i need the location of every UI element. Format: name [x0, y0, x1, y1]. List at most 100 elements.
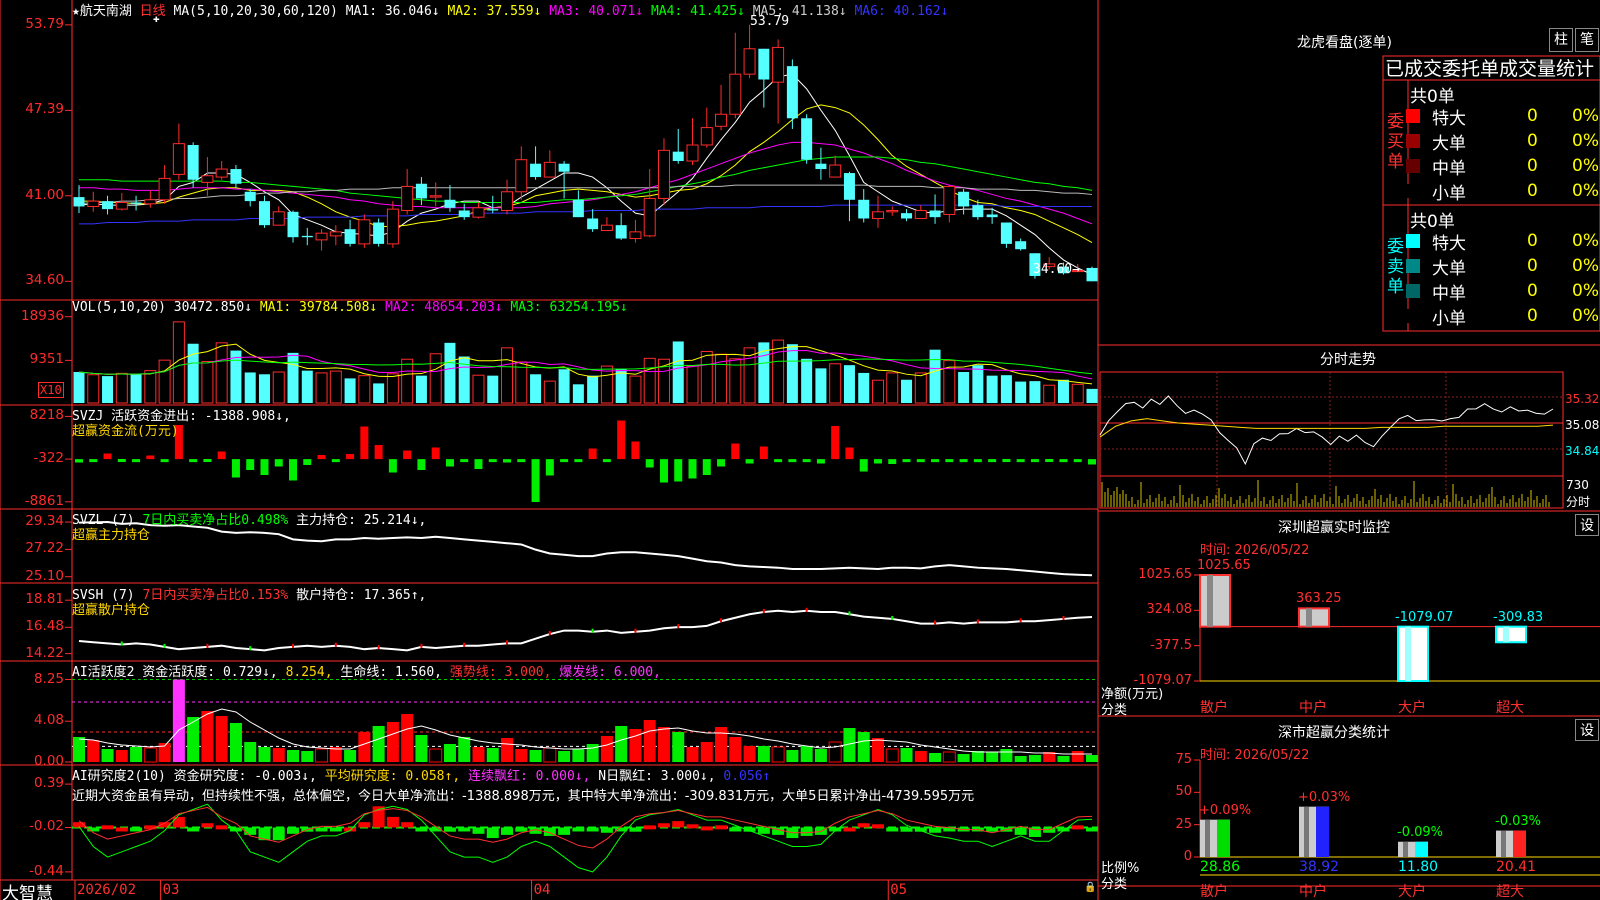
classify-bar-shade: [1403, 841, 1408, 857]
svzj-bar: [588, 448, 597, 460]
vol-bar: [386, 373, 399, 404]
research-bar: [686, 824, 699, 829]
svsh-tick-mark: [762, 608, 765, 613]
research-bar: [501, 827, 514, 835]
dragon-row-label: 特大: [1432, 108, 1466, 129]
vol-bar: [786, 344, 798, 403]
research-bar: [715, 825, 728, 830]
ma-value: MA2: 37.559↓: [439, 4, 542, 19]
price-axis-label: 53.79: [25, 15, 64, 32]
research-bar: [272, 827, 285, 841]
dragon-row-sell: 大单 0 0%: [1406, 254, 1600, 279]
dragon-row-pct: 0%: [1572, 181, 1599, 201]
active-bar: [828, 741, 842, 763]
research-bar: [900, 827, 913, 832]
active-bar: [358, 732, 371, 762]
candle-body: [743, 48, 756, 75]
ai-active-title: AI活跃度2 资金活跃度: 0.729↓, 8.254, 生命线: 1.560,…: [72, 665, 661, 680]
month-label: 03: [162, 882, 180, 898]
vol-axis-label: 18936: [21, 307, 64, 324]
svsh-tick-mark: [377, 645, 380, 650]
active-bar: [558, 751, 571, 762]
svzj-bar: [873, 459, 882, 464]
tick-mode-button[interactable]: 笔: [1575, 28, 1599, 52]
active-bar: [786, 750, 799, 762]
candle-body: [972, 205, 984, 218]
candle-body: [772, 46, 785, 83]
classify-bar-shade: [1501, 830, 1506, 857]
classify-bar-color: [1316, 806, 1329, 857]
active-bar: [429, 748, 443, 763]
active-bar: [172, 679, 185, 762]
svsh-tick-mark: [463, 642, 466, 647]
classify-axis-label: 25: [1175, 816, 1192, 832]
svzj-bar: [1030, 459, 1039, 463]
candle-body: [429, 195, 442, 198]
lock-icon[interactable]: 🔒: [1084, 882, 1096, 893]
candle-body: [643, 197, 656, 237]
candle-body: [201, 175, 214, 183]
monitor-bar-shade: [1405, 626, 1411, 681]
active-bar: [929, 753, 942, 762]
svzj-bar: [417, 459, 426, 470]
vol-bar: [315, 372, 328, 404]
active-bar: [1086, 755, 1098, 762]
candle-body: [929, 210, 941, 218]
dragon-row-label: 小单: [1432, 308, 1466, 329]
dragon-row-count: 0: [1527, 156, 1538, 176]
svzl-line: [78, 521, 1093, 577]
active-axis-label: 0.00: [33, 753, 64, 769]
vol-axis-label: 9351: [29, 351, 64, 368]
svzj-bar: [246, 459, 255, 470]
monitor-axis-label: -377.5: [1150, 637, 1192, 653]
candle-body: [901, 213, 913, 219]
classify-settings-button[interactable]: 设: [1575, 719, 1599, 741]
dragon-row-buy: 小单 0 0%: [1406, 179, 1600, 204]
research-bar: [843, 827, 856, 832]
active-bar: [472, 747, 485, 762]
svzj-bar: [1016, 459, 1025, 463]
dragon-row-count: 0: [1527, 106, 1538, 126]
candle-body: [172, 143, 185, 175]
dragon-row-buy: 特大 0 0%: [1406, 104, 1600, 129]
intraday-frame: [1099, 371, 1564, 509]
svsh-line: [78, 609, 1093, 652]
svzj-bar: [1045, 459, 1054, 462]
candle-body: [815, 163, 827, 170]
monitor-settings-button[interactable]: 设: [1575, 514, 1599, 536]
vol-ma-value: MA3: 63254.195↓: [502, 300, 628, 315]
svzj-bar: [745, 459, 754, 464]
ma-value: MA4: 41.425↓: [643, 4, 745, 19]
svsh-tick-mark: [805, 607, 808, 612]
vol-bar: [130, 374, 142, 403]
svzj-bar: [759, 446, 768, 460]
active-bar: [344, 750, 357, 762]
dragon-row-count: 0: [1527, 256, 1538, 276]
price-panel-title: ★航天南湖 日线 MA(5,10,20,30,60,120) MA1: 36.0…: [72, 0, 948, 19]
svzj-bar: [631, 441, 640, 460]
brand-logo: 大智慧: [2, 884, 53, 900]
vol-bar: [643, 357, 656, 404]
svzj-bar: [602, 459, 611, 463]
candle-body: [871, 211, 884, 219]
svzj-axis-label: -322: [33, 450, 64, 467]
dragon-row-pct: 0%: [1572, 256, 1599, 276]
active-bar: [615, 726, 628, 762]
svzj-bar: [460, 459, 469, 463]
vol-bar: [914, 372, 927, 404]
star-icon[interactable]: ★: [72, 4, 80, 19]
research-bar: [643, 825, 656, 830]
active-bar: [700, 742, 713, 762]
classify-title: 深市超赢分类统计: [1278, 725, 1390, 741]
active-bar: [715, 727, 728, 762]
svsh-tick-mark: [634, 628, 637, 633]
active-bar: [315, 748, 329, 763]
dragon-row-label: 特大: [1432, 233, 1466, 254]
research-bar: [386, 816, 399, 828]
dragon-row-label: 中单: [1432, 283, 1466, 304]
candle-body: [158, 177, 171, 201]
bar-mode-button[interactable]: 柱: [1549, 28, 1573, 52]
legend-swatch: [1406, 134, 1420, 148]
legend-swatch: [1406, 159, 1420, 173]
vol-bar: [530, 374, 542, 403]
